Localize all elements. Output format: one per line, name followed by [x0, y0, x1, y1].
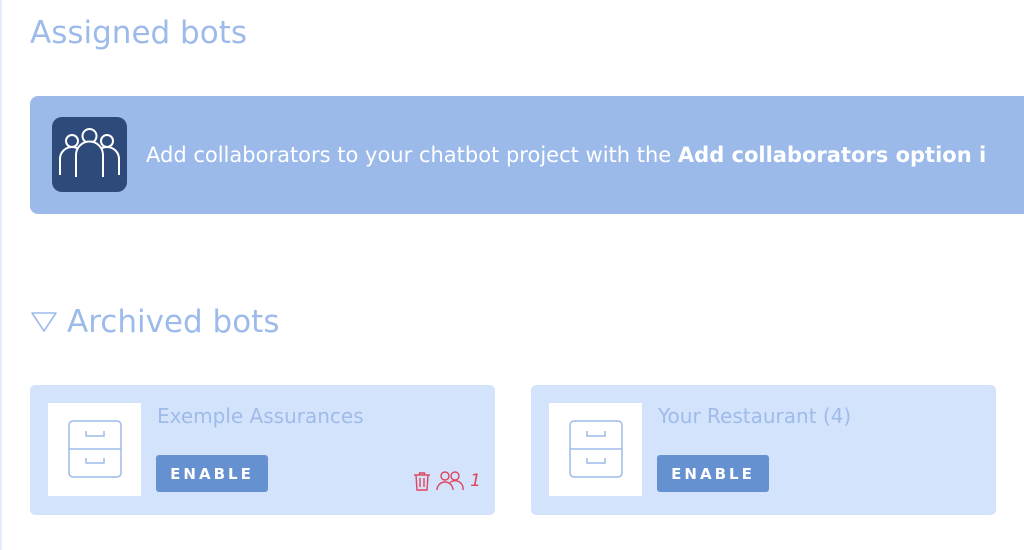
archived-bots-toggle[interactable]: Archived bots — [30, 302, 279, 342]
triangle-down-icon — [31, 312, 57, 332]
people-icon[interactable] — [436, 471, 464, 491]
archive-drawer-icon — [68, 420, 122, 478]
add-collaborators-option-text: Add collaborators option i — [677, 143, 987, 167]
bot-name: Your Restaurant (4) — [658, 404, 852, 428]
enable-button[interactable]: ENABLE — [156, 455, 268, 492]
collaborators-icon — [52, 117, 127, 192]
collaborator-count: 1 — [470, 471, 481, 491]
page: Assigned bots Add collaborators to your … — [0, 0, 1024, 550]
banner-message-text: Add collaborators to your chatbot projec… — [146, 143, 678, 167]
bot-actions: 1 — [413, 471, 481, 491]
archived-bot-card: Exemple Assurances ENABLE 1 — [30, 385, 495, 515]
bot-thumbnail — [48, 403, 141, 496]
enable-button[interactable]: ENABLE — [657, 455, 769, 492]
left-divider — [0, 0, 2, 550]
trash-icon[interactable] — [413, 471, 431, 491]
assigned-bots-title: Assigned bots — [30, 15, 247, 51]
archive-drawer-icon — [569, 420, 623, 478]
collaborators-banner: Add collaborators to your chatbot projec… — [30, 96, 1024, 214]
archived-bot-card: Your Restaurant (4) ENABLE — [531, 385, 996, 515]
bot-name: Exemple Assurances — [157, 404, 364, 428]
archived-bots-title: Archived bots — [67, 304, 280, 340]
bot-thumbnail — [549, 403, 642, 496]
banner-message: Add collaborators to your chatbot projec… — [146, 140, 986, 170]
